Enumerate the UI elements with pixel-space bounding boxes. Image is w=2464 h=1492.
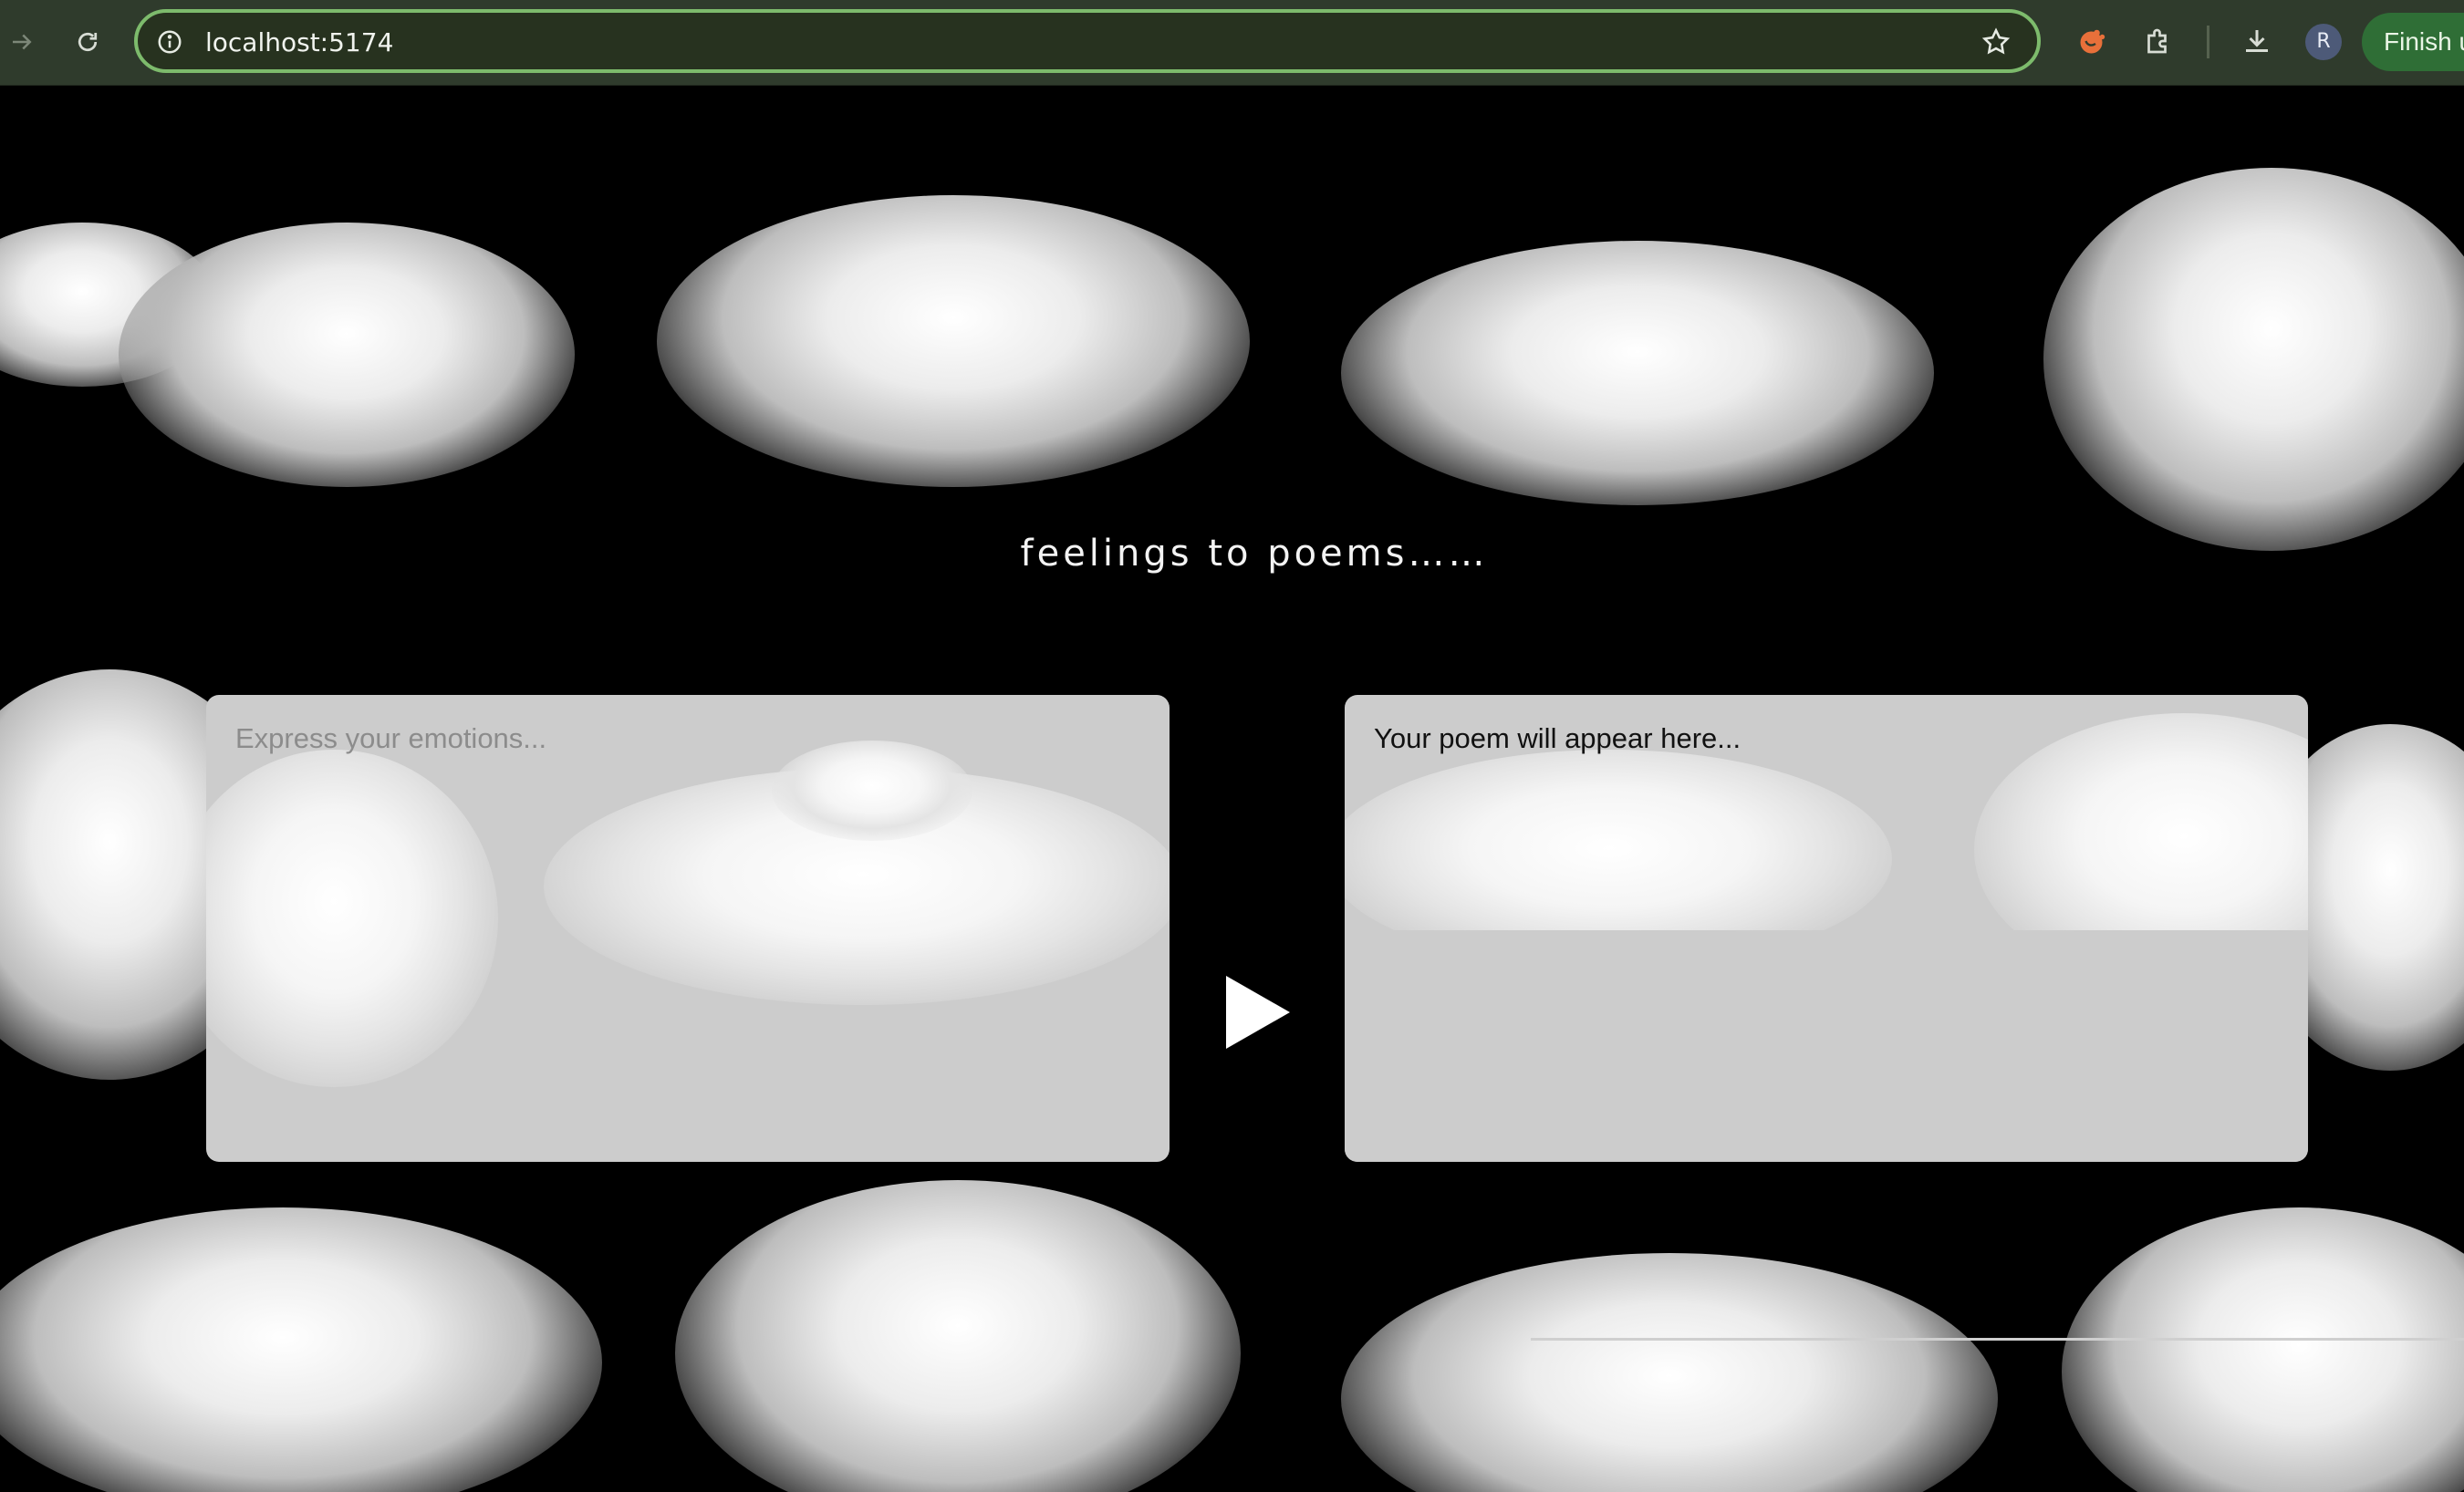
address-bar[interactable]: localhost:5174 [134,9,2041,73]
toolbar-separator [2207,26,2209,58]
poem-output-text: Your poem will appear here... [1374,722,1741,754]
profile-avatar[interactable]: R [2305,24,2342,60]
emotion-input[interactable] [206,695,1170,1162]
reload-icon [78,32,98,52]
download-icon[interactable] [2239,23,2275,59]
generate-poem-button[interactable] [1219,976,1292,1049]
finish-update-button[interactable]: Finish u [2362,13,2464,71]
info-icon[interactable] [156,28,183,56]
poem-output-panel: Your poem will appear here... [1345,695,2308,1162]
emotion-input-panel [206,695,1170,1162]
extension-claude-icon[interactable] [2074,23,2111,59]
browser-toolbar: localhost:5174 R Finish u [0,0,2464,86]
extensions-puzzle-icon[interactable] [2140,23,2177,59]
bookmark-star-icon[interactable] [1981,26,2012,57]
page-title: feelings to poems…… [1020,533,1489,575]
forward-button[interactable] [2,22,42,62]
app-page: feelings to poems…… Your poem will appea… [0,86,2464,1492]
arrow-right-icon [13,34,32,50]
divider-line [1531,1338,2464,1341]
play-icon [1226,976,1290,1049]
url-text[interactable]: localhost:5174 [205,28,393,57]
output-lower-area [1345,930,2308,1162]
reload-button[interactable] [68,22,108,62]
